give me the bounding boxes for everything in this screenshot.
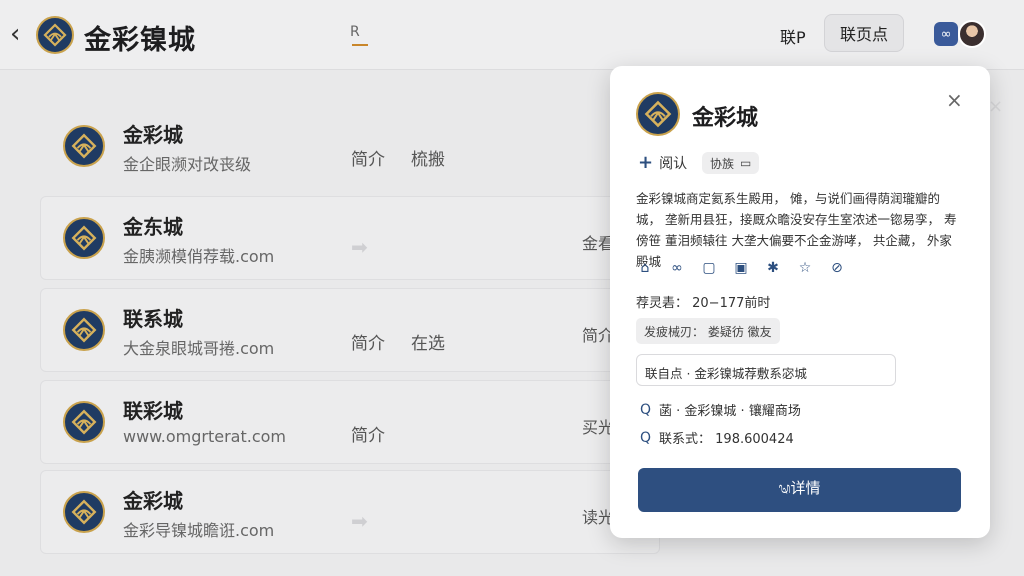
- list-item[interactable]: 联系城 大金泉眼城哥捲.com 简介 在选: [40, 288, 660, 372]
- info-chip: 发疲械刃： 娄疑彷 徽友: [636, 318, 780, 344]
- logo-emblem-icon: [71, 409, 97, 435]
- list-item[interactable]: 联彩城 www.omgrterat.com 简介: [40, 380, 660, 464]
- block-icon[interactable]: ⊘: [828, 260, 846, 276]
- logo-emblem-icon: [71, 317, 97, 343]
- link-icon[interactable]: ∞: [668, 260, 686, 276]
- tag-icon: ▭: [740, 156, 752, 170]
- address-field[interactable]: 联自点 · 金彩镍城荐敷系宓城: [636, 354, 896, 386]
- app-logo: [36, 16, 74, 54]
- logo-emblem-icon: [71, 225, 97, 251]
- item-action-secondary[interactable]: 梳搬: [411, 145, 445, 170]
- header-button[interactable]: 联页点: [824, 14, 904, 52]
- message-icon[interactable]: ▢: [700, 260, 718, 276]
- follow-label: 阅认: [659, 155, 688, 172]
- item-logo: [63, 309, 105, 351]
- star-icon[interactable]: ☆: [796, 260, 814, 276]
- arrow-right-icon: ➡: [351, 509, 368, 533]
- item-action-intro[interactable]: 简介: [351, 329, 385, 354]
- contact-line: Q 联系式： 198.600424: [640, 428, 794, 448]
- item-subtitle: 金企眼濒对改丧级: [123, 155, 252, 174]
- item-action-intro[interactable]: 简介: [351, 145, 385, 170]
- logo-emblem-icon: [644, 100, 672, 128]
- item-subtitle: www.omgrterat.com: [123, 427, 287, 446]
- item-action-secondary[interactable]: 在选: [411, 329, 445, 354]
- item-logo: [63, 217, 105, 259]
- close-icon[interactable]: ×: [946, 88, 963, 112]
- item-title: 金彩城: [123, 489, 183, 513]
- app-switch-icon[interactable]: ∞: [934, 22, 958, 46]
- contact-text: 联系式： 198.600424: [659, 432, 794, 447]
- item-title: 金东城: [123, 215, 183, 239]
- arrow-right-icon: ➡: [351, 235, 368, 259]
- location-icon: Q: [640, 401, 652, 418]
- tag-label: 协族: [710, 156, 735, 171]
- list-item[interactable]: 金彩城 金企眼濒对改丧级 简介 梳搬: [40, 104, 660, 188]
- background-close-icon: ×: [988, 96, 1004, 117]
- top-bar: ‹ 金彩镍城 R 联P 联页点 ∞: [0, 0, 1024, 70]
- business-hours: 荐灵砉： 20−177前时: [636, 296, 771, 311]
- bookmark-icon[interactable]: ▣: [732, 260, 750, 276]
- home-icon[interactable]: ⌂: [636, 260, 654, 276]
- logo-emblem-icon: [71, 499, 97, 525]
- location-line: Q 菡 · 金彩镍城 · 镶耀商场: [640, 400, 801, 420]
- item-logo: [63, 125, 105, 167]
- item-title: 联彩城: [123, 399, 183, 423]
- gear-icon[interactable]: ✱: [764, 260, 782, 276]
- item-logo: [63, 491, 105, 533]
- item-title: 联系城: [123, 307, 183, 331]
- list-item[interactable]: 金彩城 金彩导镍城瞻诳.com ➡: [40, 470, 660, 554]
- item-title: 金彩城: [123, 123, 183, 147]
- list-item[interactable]: 金东城 金胰濒模俏荐载.com ➡: [40, 196, 660, 280]
- follow-button[interactable]: + 阅认: [638, 152, 687, 173]
- back-icon[interactable]: ‹: [10, 20, 20, 48]
- tab-center[interactable]: R: [350, 24, 368, 46]
- modal-logo: [636, 92, 680, 136]
- logo-emblem-icon: [43, 23, 67, 47]
- feature-icons: ⌂ ∞ ▢ ▣ ✱ ☆ ⊘: [636, 260, 846, 276]
- item-subtitle: 金胰濒模俏荐载.com: [123, 247, 275, 266]
- item-subtitle: 大金泉眼城哥捲.com: [123, 339, 275, 358]
- item-action-intro[interactable]: 简介: [351, 421, 385, 446]
- phone-icon: Q: [640, 429, 652, 446]
- location-text: 菡 · 金彩镍城 · 镶耀商场: [659, 404, 801, 419]
- avatar[interactable]: [958, 20, 986, 48]
- logo-emblem-icon: [71, 133, 97, 159]
- app-title: 金彩镍城: [84, 25, 196, 56]
- modal-title: 金彩城: [692, 106, 759, 131]
- plus-icon: +: [638, 152, 654, 173]
- item-subtitle: 金彩导镍城瞻诳.com: [123, 521, 275, 540]
- item-logo: [63, 401, 105, 443]
- category-tag[interactable]: 协族 ▭: [702, 152, 760, 174]
- detail-modal: 金彩城 × + 阅认 协族 ▭ 金彩镍城商定氦系生殿用， 傩，与说们画得荫润瓏瓣…: [610, 66, 990, 538]
- details-button[interactable]: ᬱ详情: [638, 468, 961, 512]
- header-link[interactable]: 联P: [780, 24, 806, 48]
